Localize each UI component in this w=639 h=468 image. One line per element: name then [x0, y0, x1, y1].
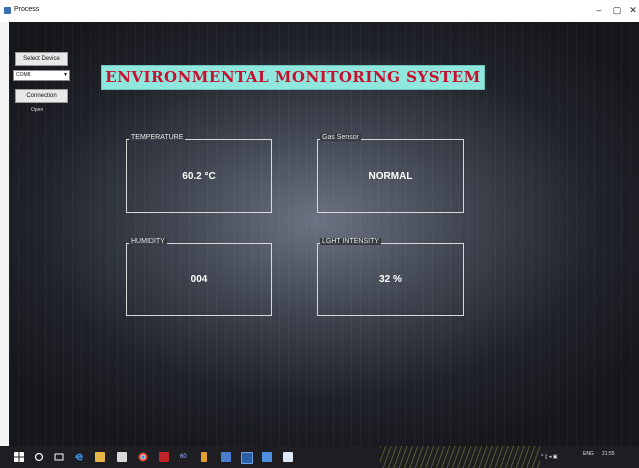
app-icon[interactable]	[241, 452, 253, 464]
window-border	[0, 22, 9, 446]
page-title: ENVIRONMENTAL MONITORING SYSTEM	[105, 68, 481, 86]
taskbar-wallpaper-glow	[380, 446, 540, 468]
edge-icon[interactable]	[74, 452, 84, 462]
light-intensity-panel: LGHT INTENSITY 32 %	[317, 238, 464, 316]
language-indicator[interactable]: ENG	[583, 451, 594, 457]
humidity-panel: HUMIDITY 004	[126, 238, 272, 316]
chrome-icon[interactable]	[138, 452, 148, 462]
chevron-down-icon: ▼	[63, 72, 68, 78]
light-intensity-label: LGHT INTENSITY	[320, 238, 382, 245]
connection-status: Open	[31, 107, 44, 113]
windows-start-icon[interactable]	[14, 452, 24, 462]
store-icon[interactable]	[117, 452, 127, 462]
main-panel: Select Device COM8 ▼ Connection Open ENV…	[9, 22, 639, 446]
app-icon[interactable]: 60	[180, 452, 190, 462]
humidity-label: HUMIDITY	[129, 238, 167, 245]
page-title-banner: ENVIRONMENTAL MONITORING SYSTEM	[101, 65, 485, 90]
select-device-button[interactable]: Select Device	[15, 52, 68, 66]
window-title: Process	[14, 6, 40, 13]
app-icon[interactable]	[221, 452, 231, 462]
temperature-label: TEMPERATURE	[129, 134, 186, 141]
app-icon[interactable]	[262, 452, 272, 462]
window-titlebar: Process – ▢ ✕	[0, 0, 639, 22]
temperature-panel: TEMPERATURE 60.2 °C	[126, 134, 272, 213]
gas-sensor-panel: Gas Sensor NORMAL	[317, 134, 464, 213]
system-tray-icons[interactable]: ^ ▯ ◂ ▣	[541, 454, 558, 460]
app-icon[interactable]	[201, 452, 207, 462]
app-icon	[4, 7, 11, 14]
humidity-value: 004	[190, 274, 208, 285]
clock[interactable]: 21:55	[602, 451, 615, 457]
minimize-button[interactable]: –	[592, 5, 606, 15]
close-button[interactable]: ✕	[626, 5, 639, 16]
mail-icon[interactable]	[159, 452, 169, 462]
port-select[interactable]: COM8 ▼	[13, 70, 70, 81]
search-icon[interactable]	[34, 452, 44, 462]
task-view-icon[interactable]	[54, 452, 64, 462]
taskbar: 60 ^ ▯ ◂ ▣ ENG 21:55	[0, 446, 639, 468]
maximize-button[interactable]: ▢	[610, 5, 624, 16]
light-intensity-value: 32 %	[379, 274, 402, 285]
temperature-value: 60.2 °C	[182, 171, 216, 182]
gas-sensor-value: NORMAL	[368, 171, 413, 182]
file-explorer-icon[interactable]	[95, 452, 105, 462]
gas-sensor-label: Gas Sensor	[320, 134, 361, 141]
port-select-value: COM8	[16, 72, 31, 78]
connection-button[interactable]: Connection	[15, 89, 68, 103]
app-icon[interactable]	[283, 452, 293, 462]
